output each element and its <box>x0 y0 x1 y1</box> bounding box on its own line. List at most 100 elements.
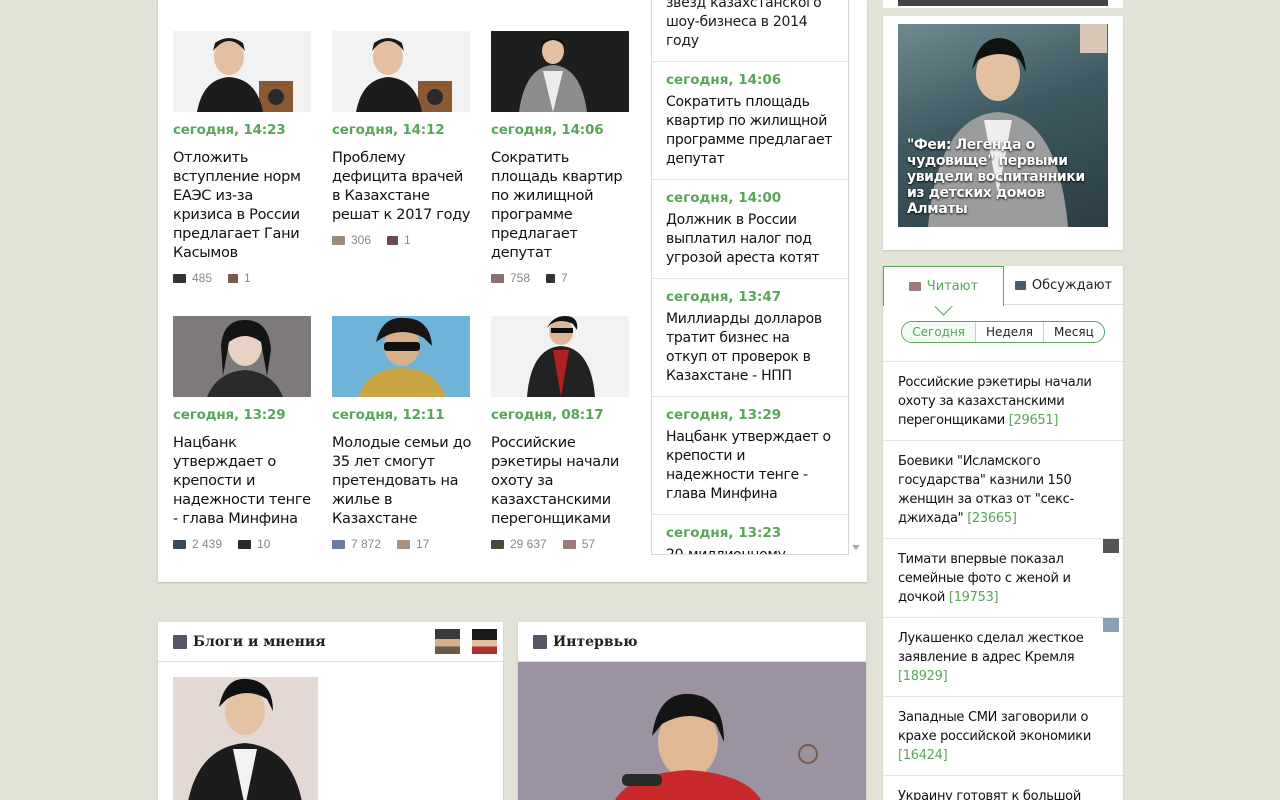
comments-icon <box>387 235 399 245</box>
news-thumbnail[interactable] <box>491 31 629 112</box>
popular-item[interactable]: Боевики "Исламского государства" казнили… <box>883 441 1123 539</box>
news-stats: 29 637 57 <box>491 537 631 551</box>
news-title[interactable]: Проблему дефицита врачей в Казахстане ре… <box>332 149 472 225</box>
news-feed[interactable]: звезд казахстанского шоу-бизнеса в 2014 … <box>651 0 849 555</box>
news-time: сегодня, 14:06 <box>491 122 604 138</box>
promo-image[interactable]: "Феи: Легенда о чудовище" первыми увидел… <box>898 24 1108 227</box>
views-count: 2 439 <box>192 537 223 551</box>
popular-item[interactable]: Тимати впервые показал семейные фото с ж… <box>883 539 1123 618</box>
news-panel: сегодня, 14:23 Отложить вступление норм … <box>158 0 867 582</box>
interview-photo[interactable] <box>518 662 866 800</box>
blogs-title[interactable]: Блоги и мнения <box>193 634 326 650</box>
period-today[interactable]: Сегодня <box>902 322 976 342</box>
feed-item-time: сегодня, 13:23 <box>666 525 782 541</box>
popular-item-count: [19753] <box>948 590 999 605</box>
views-count: 306 <box>351 233 372 247</box>
feed-item-time: сегодня, 14:06 <box>666 72 782 88</box>
feed-item-title[interactable]: Нацбанк утверждает о крепости и надежнос… <box>666 428 834 504</box>
popular-item-thumb <box>1103 539 1119 553</box>
tab-label: Обсуждают <box>1031 277 1113 293</box>
comments-count: 1 <box>244 271 251 285</box>
popular-item-count: [29651] <box>1008 413 1059 428</box>
feed-item[interactable]: сегодня, 14:00 Должник в России выплатил… <box>652 180 848 279</box>
feed-item-title[interactable]: Сократить площадь квартир по жилищной пр… <box>666 93 834 169</box>
comments-icon <box>228 273 239 283</box>
feed-item-title[interactable]: Должник в России выплатил налог под угро… <box>666 211 834 268</box>
blogger-avatar[interactable] <box>472 629 497 654</box>
popular-item-count: [18929] <box>898 669 948 684</box>
interview-title[interactable]: Интервью <box>553 634 637 650</box>
news-thumbnail[interactable] <box>332 316 470 397</box>
news-stats: 306 1 <box>332 233 472 247</box>
news-stats: 7 872 17 <box>332 537 472 551</box>
views-count: 485 <box>192 271 213 285</box>
period-week[interactable]: Неделя <box>975 322 1043 342</box>
popular-item[interactable]: Украину готовят к большой <box>883 776 1123 800</box>
feed-item-title[interactable]: Миллиарды долларов тратит бизнес на отку… <box>666 310 834 386</box>
views-icon <box>491 539 504 549</box>
popular-item[interactable]: Западные СМИ заговорили о крахе российск… <box>883 697 1123 776</box>
feed-item-title[interactable]: звезд казахстанского шоу-бизнеса в 2014 … <box>666 0 834 51</box>
feed-item[interactable]: сегодня, 14:06 Сократить площадь квартир… <box>652 62 848 180</box>
feed-item[interactable]: сегодня, 13:23 20-миллионному пассажиру … <box>652 515 848 554</box>
news-card[interactable]: сегодня, 12:11 Молодые семьи до 35 лет с… <box>332 316 472 551</box>
news-title[interactable]: Российские рэкетиры начали охоту за каза… <box>491 434 631 529</box>
promo-corner-thumb <box>1080 24 1107 53</box>
news-card[interactable]: сегодня, 14:06 Сократить площадь квартир… <box>491 31 631 285</box>
news-card[interactable]: сегодня, 14:12 Проблему дефицита врачей … <box>332 31 472 247</box>
news-title[interactable]: Сократить площадь квартир по жилищной пр… <box>491 149 631 263</box>
feed-item[interactable]: звезд казахстанского шоу-бизнеса в 2014 … <box>652 0 848 62</box>
comments-icon <box>238 539 252 549</box>
popular-item-thumb <box>1103 618 1119 632</box>
popular-item-title[interactable]: Западные СМИ заговорили о крахе российск… <box>898 710 1091 744</box>
feed-item[interactable]: сегодня, 13:29 Нацбанк утверждает о креп… <box>652 397 848 515</box>
blog-photo[interactable] <box>173 677 318 800</box>
promo-caption[interactable]: "Феи: Легенда о чудовище" первыми увидел… <box>907 137 1097 217</box>
comments-icon <box>397 539 411 549</box>
feed-item[interactable]: сегодня, 13:47 Миллиарды долларов тратит… <box>652 279 848 397</box>
popular-item-count: [23665] <box>967 511 1017 526</box>
popular-item-count: [16424] <box>898 748 948 763</box>
views-count: 758 <box>510 271 531 285</box>
news-thumbnail[interactable] <box>173 316 311 397</box>
news-title[interactable]: Нацбанк утверждает о крепости и надежнос… <box>173 434 313 529</box>
period-switcher: Сегодня Неделя Месяц <box>883 305 1123 362</box>
popular-item-title[interactable]: Украину готовят к большой <box>898 789 1081 800</box>
news-stats: 485 1 <box>173 271 313 285</box>
views-count: 29 637 <box>510 537 547 551</box>
news-stats: 2 439 10 <box>173 537 313 551</box>
feed-item-time: сегодня, 14:00 <box>666 190 782 206</box>
popular-item[interactable]: Российские рэкетиры начали охоту за каза… <box>883 362 1123 441</box>
scroll-down-arrow-icon[interactable] <box>852 545 860 550</box>
news-stats: 758 7 <box>491 271 631 285</box>
comments-icon <box>562 539 576 549</box>
views-icon <box>332 539 345 549</box>
news-time: сегодня, 14:23 <box>173 122 286 138</box>
feed-item-time: сегодня, 13:47 <box>666 289 782 305</box>
blog-avatars <box>435 629 497 654</box>
news-thumbnail[interactable] <box>173 31 311 112</box>
news-card[interactable]: сегодня, 14:23 Отложить вступление норм … <box>173 31 313 285</box>
news-card[interactable]: сегодня, 08:17 Российские рэкетиры начал… <box>491 316 631 551</box>
popular-widget: Читают Обсуждают Сегодня Неделя Месяц Ро… <box>883 266 1123 800</box>
news-card[interactable]: сегодня, 13:29 Нацбанк утверждает о креп… <box>173 316 313 551</box>
popular-item-title[interactable]: Российские рэкетиры начали охоту за каза… <box>898 375 1092 428</box>
popular-item[interactable]: Лукашенко сделал жесткое заявление в адр… <box>883 618 1123 697</box>
interview-header[interactable]: Интервью <box>518 622 866 662</box>
views-count: 7 872 <box>351 537 382 551</box>
views-icon <box>491 273 504 283</box>
interview-block: Интервью <box>518 622 866 800</box>
news-thumbnail[interactable] <box>491 316 629 397</box>
blogs-block: Блоги и мнения <box>158 622 503 800</box>
feed-item-title[interactable]: 20-миллионному пассажиру метро <box>666 546 834 554</box>
news-title[interactable]: Молодые семьи до 35 лет смогут претендов… <box>332 434 472 529</box>
news-title[interactable]: Отложить вступление норм ЕАЭС из-за криз… <box>173 149 313 263</box>
popular-item-title[interactable]: Лукашенко сделал жесткое заявление в адр… <box>898 631 1084 665</box>
tab-reading[interactable]: Читают <box>883 266 1004 306</box>
news-thumbnail[interactable] <box>332 31 470 112</box>
blogger-avatar[interactable] <box>435 629 460 654</box>
promo-card[interactable]: "Феи: Легенда о чудовище" первыми увидел… <box>883 16 1123 250</box>
period-month[interactable]: Месяц <box>1043 322 1104 342</box>
tab-discussing[interactable]: Обсуждают <box>1004 266 1123 304</box>
comments-count: 57 <box>581 537 596 551</box>
